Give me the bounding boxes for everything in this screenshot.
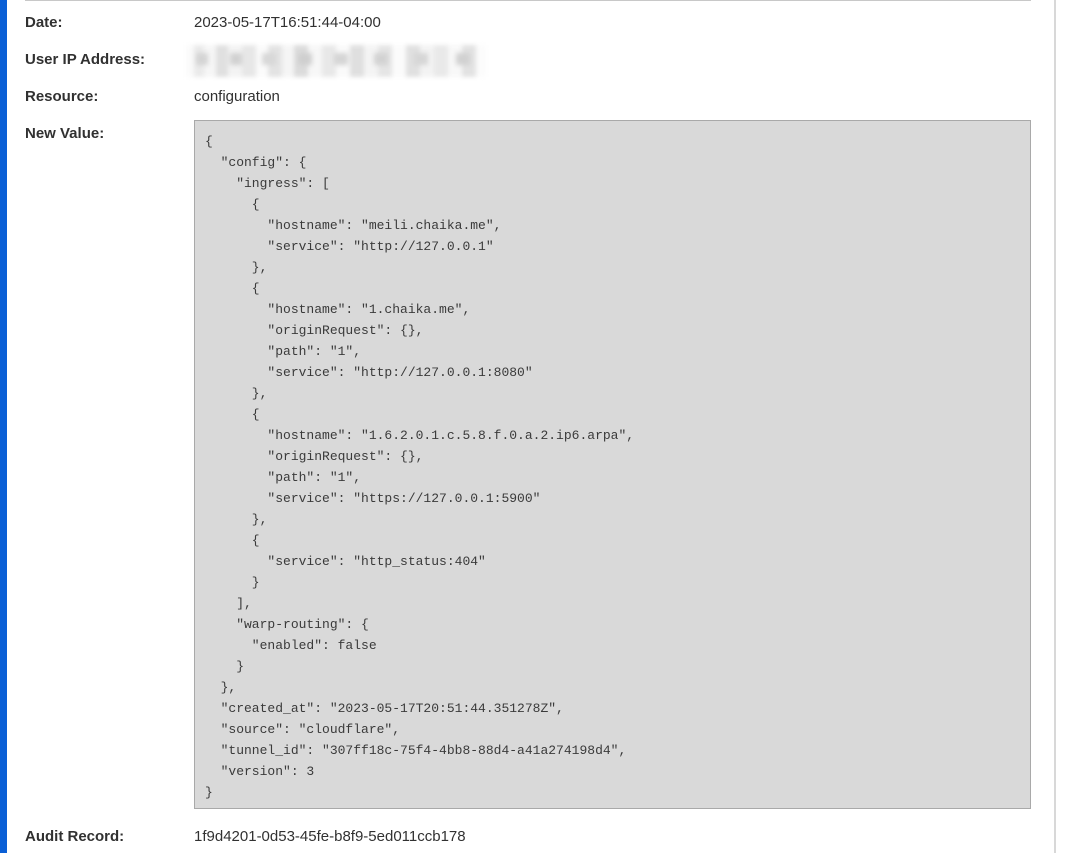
audit-log-detail-page: Date: 2023-05-17T16:51:44-04:00 User IP … [0, 0, 1067, 853]
resource-label: Resource: [25, 88, 99, 105]
audit-record-label: Audit Record: [25, 828, 125, 845]
new-value-json[interactable]: { "config": { "ingress": [ { "hostname":… [205, 131, 1030, 803]
left-accent-bar [0, 0, 7, 853]
date-label: Date: [25, 14, 63, 31]
new-value-json-box[interactable]: { "config": { "ingress": [ { "hostname":… [194, 120, 1031, 809]
resource-value: configuration [194, 88, 280, 105]
top-divider [25, 0, 1031, 1]
right-border [1054, 0, 1056, 853]
audit-record-value: 1f9d4201-0d53-45fe-b8f9-5ed011ccb178 [194, 828, 466, 845]
user-ip-redacted-value [186, 45, 486, 77]
new-value-label: New Value: [25, 125, 105, 142]
date-value: 2023-05-17T16:51:44-04:00 [194, 14, 381, 31]
user-ip-label: User IP Address: [25, 51, 146, 68]
